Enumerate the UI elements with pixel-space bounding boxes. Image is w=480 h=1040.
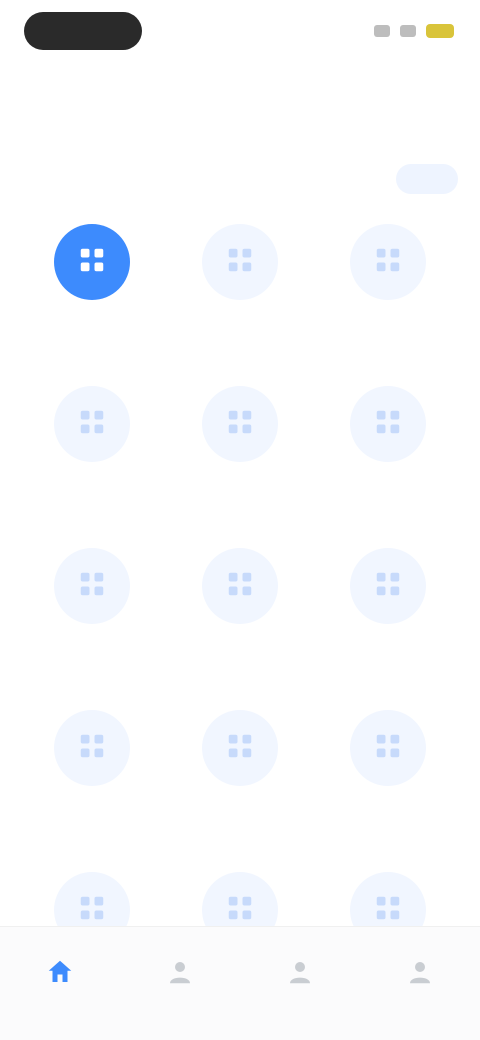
nav-item-0[interactable] [15,957,105,1009]
home-icon [45,957,75,987]
grid-icon [77,893,107,928]
wifi-icon [400,25,416,37]
person-icon [405,957,435,987]
category-icon-circle [350,710,426,786]
category-icon-circle [54,548,130,624]
person-icon [165,957,195,987]
status-time-pill [24,12,142,50]
header-subtitle [22,72,192,92]
grid-icon [373,731,403,766]
status-icons [334,20,454,42]
grid-icon [373,407,403,442]
nav-item-3[interactable] [375,957,465,1009]
category-item[interactable] [166,538,314,700]
grid-icon [225,407,255,442]
category-icon-circle [54,224,130,300]
category-item[interactable] [314,700,462,862]
grid-icon [225,893,255,928]
grid-icon [77,407,107,442]
category-grid [18,214,462,1024]
category-item[interactable] [166,214,314,376]
person-icon [285,957,315,987]
grid-icon [225,245,255,280]
grid-icon [373,569,403,604]
nav-item-2[interactable] [255,957,345,1009]
bottom-nav [0,926,480,1040]
grid-icon [373,245,403,280]
category-item[interactable] [18,376,166,538]
category-item[interactable] [18,700,166,862]
grid-icon [225,569,255,604]
battery-icon [426,24,454,38]
category-item[interactable] [314,376,462,538]
category-icon-circle [350,548,426,624]
category-icon-circle [202,224,278,300]
signal-icon [374,25,390,37]
category-icon-circle [54,386,130,462]
category-item[interactable] [166,376,314,538]
category-icon-circle [202,548,278,624]
grid-icon [77,569,107,604]
category-icon-circle [350,224,426,300]
grid-icon [77,245,107,280]
category-icon-circle [350,386,426,462]
category-icon-circle [202,386,278,462]
grid-icon [77,731,107,766]
section-title [20,162,220,194]
see-all-button[interactable] [396,164,458,194]
nav-item-1[interactable] [135,957,225,1009]
category-item[interactable] [18,538,166,700]
category-item[interactable] [314,538,462,700]
category-item[interactable] [314,214,462,376]
category-item[interactable] [166,700,314,862]
grid-icon [373,893,403,928]
section-caption [22,138,162,154]
category-item[interactable] [18,214,166,376]
grid-icon [225,731,255,766]
category-icon-circle [54,710,130,786]
category-icon-circle [202,710,278,786]
